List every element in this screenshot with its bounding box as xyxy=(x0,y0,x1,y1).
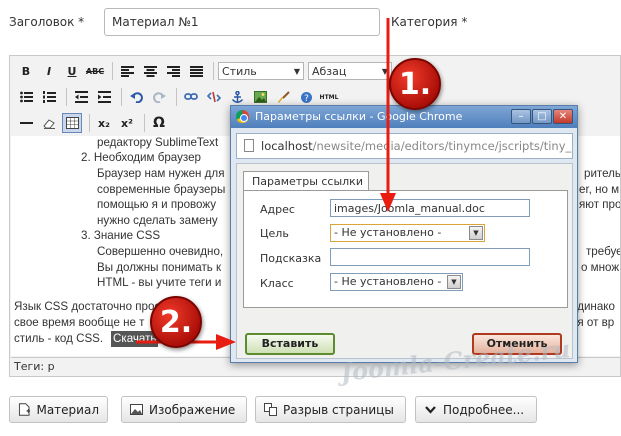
step-2-badge: 2. xyxy=(150,296,202,348)
annotation-arrows xyxy=(136,18,396,350)
step-1-badge: 1. xyxy=(389,58,441,110)
arrow-2-head xyxy=(216,334,236,350)
arrow-1-head xyxy=(380,193,396,212)
